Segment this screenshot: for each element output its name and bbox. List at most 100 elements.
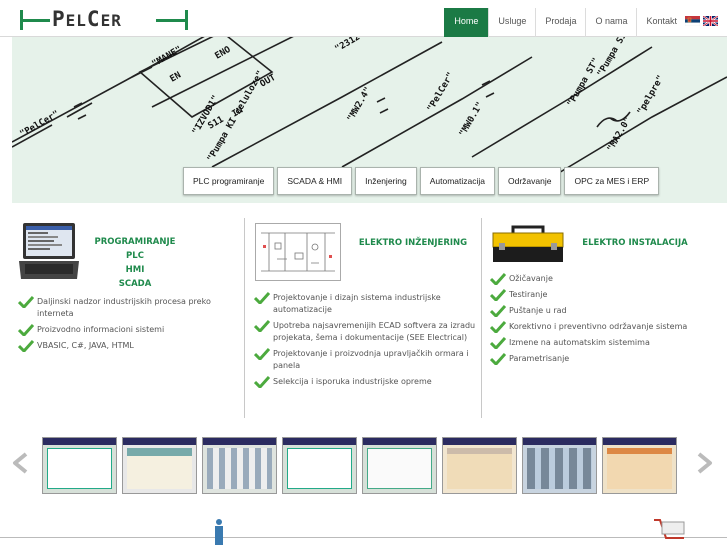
service-plc-button[interactable]: PLC programiranje <box>183 167 275 195</box>
list-item: Projektovanje i proizvodnja upravljačkih… <box>254 348 476 372</box>
title-line-programiranje: PROGRAMIRANJE <box>94 237 176 247</box>
checkmark-icon <box>254 376 270 388</box>
serbian-flag-icon[interactable] <box>685 16 700 26</box>
bottom-section-edge <box>0 519 727 545</box>
diagram-label-2312: "2312" <box>334 37 367 55</box>
column-title-programiranje: PROGRAMIRANJE PLC HMI SCADA <box>84 235 186 291</box>
site-header: PELCER Home Usluge Prodaja O nama Kontak… <box>0 0 727 37</box>
list-item: Parametrisanje <box>490 353 720 365</box>
list-item: Projektovanje i dizajn sistema industrij… <box>254 292 476 316</box>
column-divider-1 <box>244 218 245 418</box>
service-inzenjering-button[interactable]: Inženjering <box>355 167 417 195</box>
column-divider-2 <box>481 218 482 418</box>
logo-left-bar <box>20 19 50 22</box>
service-odrzavanje-button[interactable]: Održavanje <box>498 167 562 195</box>
nav-kontakt[interactable]: Kontakt <box>636 8 686 37</box>
column-elektro-inzenjering: ELEKTRO INŽENJERING Projektovanje i diza… <box>250 215 480 420</box>
diagram-label-mw01: "MW0.1" <box>458 101 486 139</box>
service-automatizacija-button[interactable]: Automatizacija <box>419 167 496 195</box>
logo-right-bar <box>156 19 186 22</box>
column-programiranje: PROGRAMIRANJE PLC HMI SCADA Daljinski na… <box>12 215 244 420</box>
list-item-text: VBASIC, C#, JAVA, HTML <box>37 341 134 350</box>
nav-home[interactable]: Home <box>444 8 489 37</box>
title-line-plc: PLC <box>126 251 144 261</box>
checkmark-icon <box>18 324 34 336</box>
elektro-instalacija-list: Ožičavanje Testiranje Puštanje u rad Kor… <box>490 273 720 369</box>
list-item-text: Puštanje u rad <box>509 306 567 315</box>
list-item-text: Korektivno i preventivno održavanje sist… <box>509 322 688 331</box>
list-item: Puštanje u rad <box>490 305 720 317</box>
carousel-thumbnails <box>42 437 677 494</box>
bottom-divider <box>0 537 727 538</box>
carousel-thumbnail[interactable] <box>362 437 437 494</box>
logo-text: PELCER <box>52 7 122 31</box>
diagram-label-mw24: "MW2.4" <box>346 86 374 124</box>
main-nav: Home Usluge Prodaja O nama Kontakt <box>444 8 686 37</box>
list-item-text: Upotreba najsavremenijih ECAD softvera z… <box>273 321 476 342</box>
list-item: Testiranje <box>490 289 720 301</box>
carousel-thumbnail[interactable] <box>522 437 597 494</box>
list-item: VBASIC, C#, JAVA, HTML <box>18 340 243 352</box>
laptop-image <box>19 223 79 279</box>
carousel-thumbnail[interactable] <box>602 437 677 494</box>
cart-illustration-icon <box>654 519 685 539</box>
diagram-label-pelcer-1: "PelCer" <box>19 109 62 139</box>
column-title-elektro-instalacija: ELEKTRO INSTALACIJA <box>582 238 688 248</box>
checkmark-icon <box>18 340 34 352</box>
checkmark-icon <box>254 320 270 332</box>
service-scada-button[interactable]: SCADA & HMI <box>277 167 353 195</box>
nav-prodaja[interactable]: Prodaja <box>535 8 585 37</box>
list-item-text: Projektovanje i proizvodnja upravljačkih… <box>273 349 469 370</box>
elektro-inzenjering-list: Projektovanje i dizajn sistema industrij… <box>254 292 476 392</box>
list-item: Selekcija i isporuka industrijske opreme <box>254 376 476 388</box>
column-elektro-instalacija: ELEKTRO INSTALACIJA Ožičavanje Testiranj… <box>487 215 722 420</box>
column-title-elektro-inzenjering: ELEKTRO INŽENJERING <box>358 238 468 248</box>
diagram-label-pelpre: "pelpre" <box>636 74 666 117</box>
checkmark-icon <box>254 292 270 304</box>
list-item-text: Selekcija i isporuka industrijske opreme <box>273 377 432 386</box>
language-switcher <box>685 16 718 26</box>
checkmark-icon <box>490 289 506 301</box>
uk-flag-icon[interactable] <box>703 16 718 26</box>
list-item-text: Proizvodno informacioni sistemi <box>37 325 165 334</box>
pelcer-logo[interactable]: PELCER <box>20 6 188 34</box>
figure-illustration-icon <box>215 519 223 545</box>
list-item: Izmene na automatskim sistemima <box>490 337 720 349</box>
title-line-scada: SCADA <box>118 279 152 289</box>
list-item: Daljinski nadzor industrijskih procesa p… <box>18 296 243 320</box>
screenshot-carousel <box>0 433 727 498</box>
hero-banner: "PelCer" "Pumpa KI celulozе" "IZVOD1" "M… <box>12 37 727 203</box>
title-line-hmi: HMI <box>125 265 145 275</box>
list-item-text: Daljinski nadzor industrijskih procesa p… <box>37 297 211 318</box>
diagram-label-pumpa-s1: "Pumpa S1" <box>596 37 632 78</box>
carousel-thumbnail[interactable] <box>42 437 117 494</box>
list-item: Proizvodno informacioni sistemi <box>18 324 243 336</box>
list-item: Ožičavanje <box>490 273 720 285</box>
list-item-text: Testiranje <box>509 290 548 299</box>
toolbox-image <box>492 225 564 262</box>
nav-o-nama[interactable]: O nama <box>585 8 636 37</box>
checkmark-icon <box>490 321 506 333</box>
service-opc-button[interactable]: OPC za MES i ERP <box>564 167 660 195</box>
list-item-text: Projektovanje i dizajn sistema industrij… <box>273 293 441 314</box>
diagram-label-pelcer-2: "PelCer" <box>426 71 456 114</box>
list-item-text: Ožičavanje <box>509 274 553 283</box>
checkmark-icon <box>254 348 270 360</box>
list-item: Korektivno i preventivno održavanje sist… <box>490 321 720 333</box>
nav-usluge[interactable]: Usluge <box>488 8 535 37</box>
diagram-label-eno: ENO <box>214 45 234 62</box>
logo-right-tick <box>185 10 188 30</box>
schematic-image <box>255 223 341 281</box>
checkmark-icon <box>490 353 506 365</box>
checkmark-icon <box>490 337 506 349</box>
list-item: Upotreba najsavremenijih ECAD softvera z… <box>254 320 476 344</box>
service-buttons: PLC programiranje SCADA & HMI Inženjerin… <box>183 167 660 195</box>
carousel-thumbnail[interactable] <box>202 437 277 494</box>
carousel-thumbnail[interactable] <box>442 437 517 494</box>
chevron-left-icon[interactable] <box>10 452 32 474</box>
carousel-thumbnail[interactable] <box>122 437 197 494</box>
carousel-thumbnail[interactable] <box>282 437 357 494</box>
chevron-right-icon[interactable] <box>693 452 715 474</box>
programiranje-list: Daljinski nadzor industrijskih procesa p… <box>18 296 243 356</box>
diagram-label-mane: "MANE" <box>151 45 184 70</box>
